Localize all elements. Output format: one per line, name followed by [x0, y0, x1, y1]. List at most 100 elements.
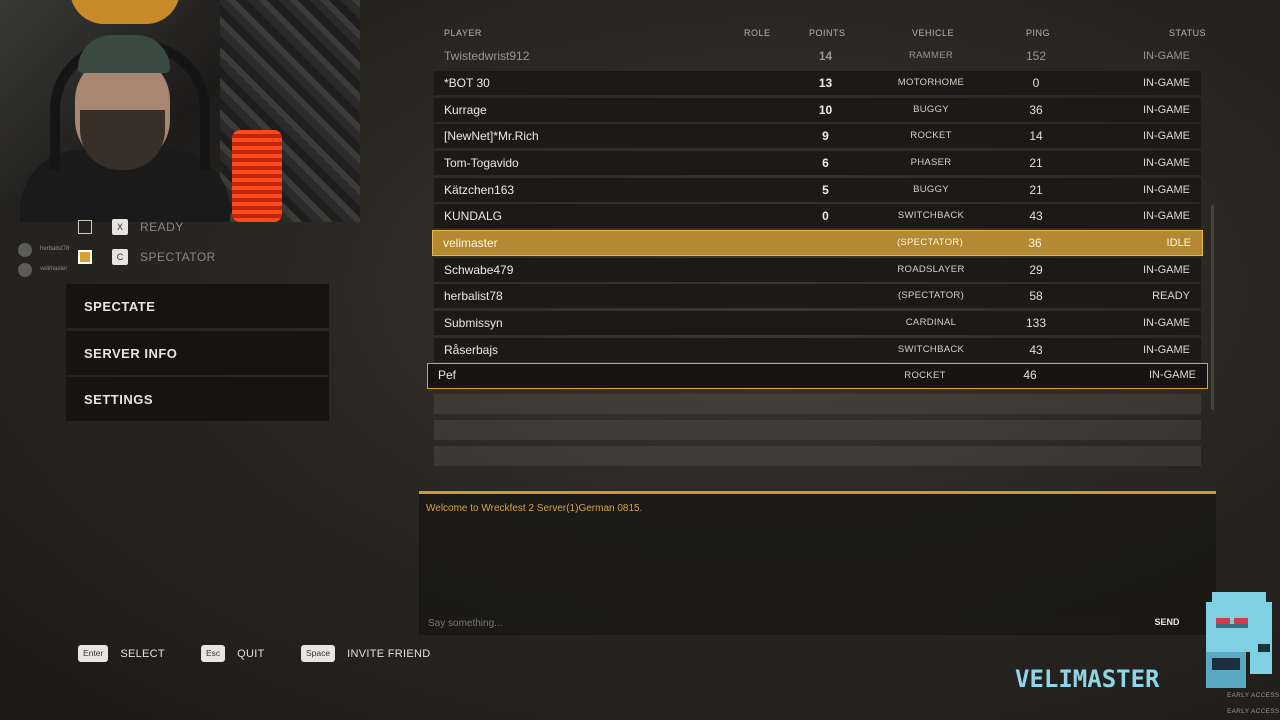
player-ping: 43	[1029, 209, 1043, 223]
player-points: 6	[822, 156, 829, 170]
player-vehicle: ROCKET	[904, 370, 946, 381]
player-status: IN-GAME	[1142, 130, 1190, 142]
player-row[interactable]: Tom-Togavido 6 PHASER 21 IN-GAME	[434, 151, 1201, 175]
player-row[interactable]: Råserbajs SWITCHBACK 43 IN-GAME	[434, 338, 1201, 362]
spectator-keycap: C	[112, 249, 128, 265]
player-points: 9	[822, 129, 829, 143]
spectator-option[interactable]: C SPECTATOR	[78, 246, 216, 268]
player-ping: 21	[1029, 183, 1043, 197]
velimaster-logo: VELIMASTER	[1015, 665, 1160, 693]
player-name: *BOT 30	[444, 76, 490, 90]
player-row[interactable]: Kätzchen163 5 BUGGY 21 IN-GAME	[434, 178, 1201, 202]
player-points: 14	[818, 49, 833, 63]
player-name: Submissyn	[444, 316, 503, 330]
player-ping: 46	[1023, 368, 1037, 382]
player-points: 10	[818, 103, 833, 117]
select-hint-label: SELECT	[120, 647, 165, 660]
player-status: IN-GAME	[1142, 264, 1190, 276]
player-name: Twistedwrist912	[444, 49, 530, 63]
settings-button[interactable]: SETTINGS	[66, 377, 329, 421]
player-vehicle: RAMMER	[908, 50, 954, 61]
select-hint[interactable]: Enter SELECT	[78, 645, 165, 662]
player-row[interactable]: Submissyn CARDINAL 133 IN-GAME	[434, 311, 1201, 335]
player-status: IN-GAME	[1142, 50, 1190, 62]
quit-hint[interactable]: Esc QUIT	[201, 645, 265, 662]
player-points: 13	[818, 76, 833, 90]
player-vehicle: BUGGY	[913, 184, 949, 195]
voice-user-1: herbalist78	[40, 246, 70, 252]
player-ping: 36	[1028, 236, 1042, 250]
player-name: KUNDALG	[444, 209, 503, 223]
header-role: ROLE	[744, 28, 771, 38]
header-player: PLAYER	[444, 28, 482, 38]
player-row[interactable]: herbalist78 (SPECTATOR) 58 READY	[434, 284, 1201, 308]
player-vehicle: MOTORHOME	[897, 77, 965, 88]
player-row[interactable]: KUNDALG 0 SWITCHBACK 43 IN-GAME	[434, 204, 1201, 228]
user-avatar-icon	[18, 263, 32, 277]
player-vehicle: PHASER	[910, 157, 952, 168]
spectate-button[interactable]: SPECTATE	[66, 284, 329, 328]
enter-keycap: Enter	[78, 645, 109, 662]
webcam-overlay	[0, 0, 360, 222]
player-status: IDLE	[1166, 237, 1191, 249]
player-vehicle: BUGGY	[913, 104, 949, 115]
player-status: IN-GAME	[1142, 184, 1190, 196]
player-vehicle: ROADSLAYER	[897, 264, 965, 275]
player-vehicle: SWITCHBACK	[897, 344, 965, 355]
invite-friend-hint[interactable]: Space INVITE FRIEND	[301, 645, 430, 662]
player-name: velimaster	[443, 236, 498, 250]
chat-input[interactable]	[424, 613, 1122, 633]
header-vehicle: VEHICLE	[912, 28, 955, 38]
ready-option[interactable]: X READY	[78, 216, 184, 238]
spectator-label: SPECTATOR	[140, 250, 216, 264]
player-name: Tom-Togavido	[444, 156, 519, 170]
player-row[interactable]: Kurrage 10 BUGGY 36 IN-GAME	[434, 98, 1201, 122]
player-row[interactable]: *BOT 30 13 MOTORHOME 0 IN-GAME	[434, 71, 1201, 95]
player-vehicle: SWITCHBACK	[897, 210, 965, 221]
player-ping: 14	[1029, 129, 1043, 143]
red-led-light	[232, 130, 282, 222]
esc-keycap: Esc	[201, 645, 226, 662]
player-ping: 152	[1025, 49, 1047, 63]
quit-hint-label: QUIT	[237, 647, 265, 660]
header-status: STATUS	[1169, 28, 1207, 38]
early-access-label-secondary: EARLY ACCESS	[1227, 708, 1280, 715]
current-player-row[interactable]: velimaster (SPECTATOR) 36 IDLE	[432, 230, 1203, 256]
player-points: 0	[822, 209, 829, 223]
selected-player-row[interactable]: Pef ROCKET 46 IN-GAME	[427, 363, 1208, 389]
player-status: READY	[1152, 290, 1190, 302]
invite-friend-hint-label: INVITE FRIEND	[347, 647, 431, 660]
send-button[interactable]: SEND	[1140, 613, 1194, 631]
player-row[interactable]: Schwabe479 ROADSLAYER 29 IN-GAME	[434, 258, 1201, 282]
discord-avatar-icon	[18, 243, 32, 257]
player-row[interactable]: [NewNet]*Mr.Rich 9 ROCKET 14 IN-GAME	[434, 124, 1201, 148]
early-access-label: EARLY ACCESS	[1227, 692, 1280, 699]
ready-checkbox[interactable]	[78, 220, 92, 234]
player-vehicle: CARDINAL	[905, 317, 957, 328]
player-ping: 133	[1025, 316, 1047, 330]
player-status: IN-GAME	[1142, 157, 1190, 169]
ready-keycap: X	[112, 219, 128, 235]
player-row[interactable]: Twistedwrist912 14 RAMMER 152 IN-GAME	[434, 44, 1201, 68]
space-keycap: Space	[301, 645, 336, 662]
player-status: IN-GAME	[1142, 344, 1190, 356]
player-name: Kurrage	[444, 103, 487, 117]
player-ping: 36	[1029, 103, 1043, 117]
ready-label: READY	[140, 220, 184, 234]
header-points: POINTS	[809, 28, 846, 38]
player-name: Kätzchen163	[444, 183, 515, 197]
player-ping: 58	[1029, 289, 1043, 303]
player-name: Pef	[438, 368, 457, 382]
voice-user-2: velimaster	[40, 266, 68, 272]
player-ping: 0	[1032, 76, 1040, 90]
lamp-shade	[70, 0, 180, 24]
player-status: IN-GAME	[1142, 77, 1190, 89]
player-name: Schwabe479	[444, 263, 514, 277]
scoreboard-scrollbar[interactable]	[1211, 205, 1214, 410]
spectator-checkbox[interactable]	[78, 250, 92, 264]
player-name: Råserbajs	[444, 343, 499, 357]
player-name: herbalist78	[444, 289, 503, 303]
streamer-cap	[78, 35, 170, 73]
player-ping: 21	[1029, 156, 1043, 170]
server-info-button[interactable]: SERVER INFO	[66, 331, 329, 375]
